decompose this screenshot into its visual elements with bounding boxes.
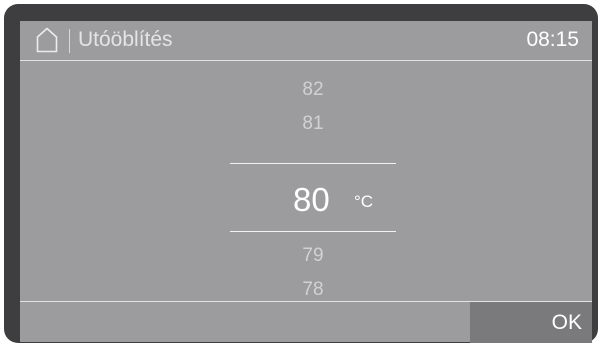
display-screen: Utóöblítés 08:15 82 81 80 °C 79 78 OK (20, 21, 592, 343)
home-icon[interactable] (36, 27, 58, 53)
picker-value-below[interactable]: 79 (230, 245, 396, 267)
picker-divider-top (230, 163, 396, 164)
temperature-unit: °C (354, 192, 374, 211)
device-frame: Utóöblítés 08:15 82 81 80 °C 79 78 OK (4, 4, 598, 343)
picker-value-above[interactable]: 82 (230, 79, 396, 101)
picker-value-below[interactable]: 78 (230, 279, 396, 301)
page-title: Utóöblítés (78, 28, 173, 51)
footer-bar: OK (20, 301, 592, 343)
clock-time: 08:15 (526, 28, 579, 51)
picker-selected[interactable]: 80 °C (230, 180, 396, 220)
header-divider (69, 29, 70, 53)
selected-temperature: 80 (293, 181, 330, 218)
ok-button[interactable]: OK (470, 302, 592, 343)
header-bar: Utóöblítés 08:15 (20, 21, 592, 61)
picker-divider-bottom (230, 231, 396, 232)
picker-value-above[interactable]: 81 (230, 113, 396, 135)
temperature-picker[interactable]: 82 81 80 °C 79 78 (230, 61, 396, 301)
